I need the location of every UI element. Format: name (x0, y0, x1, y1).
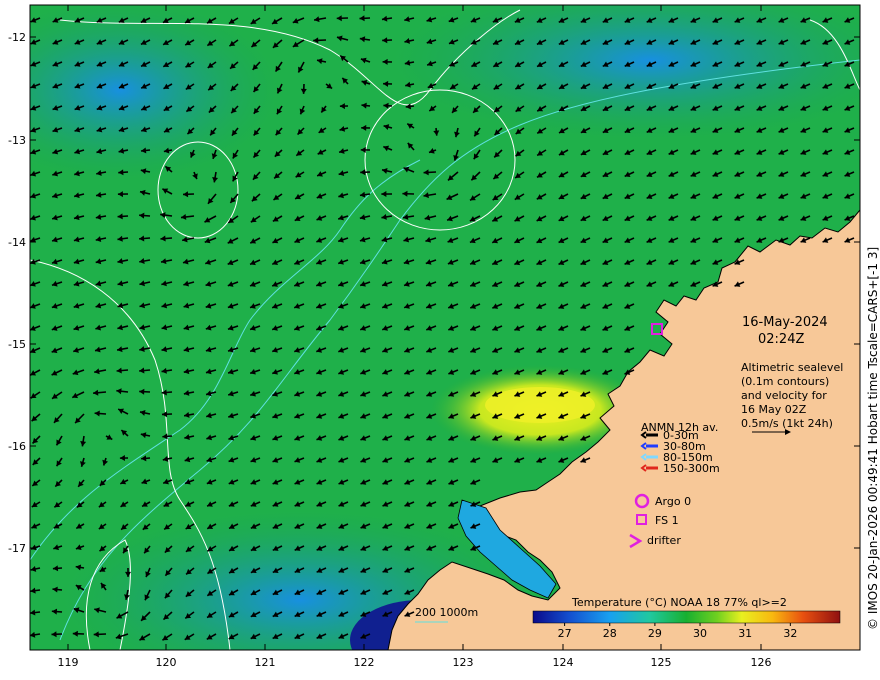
fs-label: FS 1 (655, 514, 679, 527)
bathymetry-legend: 200 1000m (415, 606, 478, 619)
description-line: 0.5m/s (1kt 24h) (741, 417, 833, 430)
colorbar-tick-label: 27 (558, 627, 572, 640)
date-label: 16-May-2024 (742, 315, 828, 330)
y-tick-label: -15 (8, 338, 26, 351)
x-tick-label: 120 (156, 656, 177, 669)
description-line: and velocity for (741, 389, 827, 402)
colorbar-gradient (532, 610, 841, 624)
description-line: 16 May 02Z (741, 403, 807, 416)
colorbar-tick-label: 28 (603, 627, 617, 640)
argo-label: Argo 0 (655, 495, 691, 508)
x-tick-label: 126 (751, 656, 772, 669)
x-tick-label: 125 (651, 656, 672, 669)
anmn-legend-label: 150-300m (663, 462, 720, 475)
drifter-label: drifter (647, 534, 681, 547)
x-tick-label: 123 (453, 656, 474, 669)
time-label: 02:24Z (758, 332, 804, 347)
x-tick-label: 122 (354, 656, 375, 669)
colorbar-tick-label: 31 (738, 627, 752, 640)
x-tick-label: 121 (255, 656, 276, 669)
colorbar-tick-label: 29 (648, 627, 662, 640)
x-tick-label: 124 (553, 656, 574, 669)
y-tick-label: -14 (8, 236, 26, 249)
colorbar-tick-label: 32 (783, 627, 797, 640)
colorbar-tick-label: 30 (693, 627, 707, 640)
description-line: Altimetric sealevel (741, 361, 843, 374)
side-caption: © IMOS 20-Jan-2026 00:49:41 Hobart time … (866, 247, 880, 630)
description-line: (0.1m contours) (741, 375, 829, 388)
y-tick-label: -16 (8, 440, 26, 453)
x-tick-label: 119 (58, 656, 79, 669)
y-tick-label: -13 (8, 134, 26, 147)
plot-area (30, 5, 860, 650)
ocean-temperature-map: 119 120 121 122 123 124 125 126 -12 -13 -14 -15 -16… (8, 4, 880, 669)
y-tick-label: -12 (8, 31, 26, 44)
y-tick-label: -17 (8, 542, 26, 555)
colorbar-title: Temperature (°C) NOAA 18 77% ql>=2 (571, 596, 787, 609)
